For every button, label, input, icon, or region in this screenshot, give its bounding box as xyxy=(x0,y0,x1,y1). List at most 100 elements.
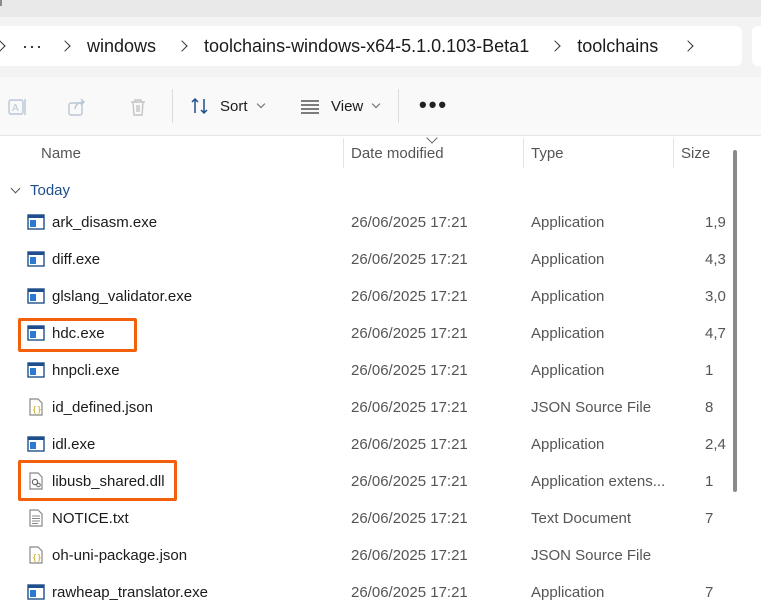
file-name: NOTICE.txt xyxy=(52,510,129,527)
file-date: 26/06/2025 17:21 xyxy=(351,288,468,305)
app-icon xyxy=(27,214,45,230)
file-size: 2,4 xyxy=(705,436,726,453)
breadcrumb: ··· windows toolchains-windows-x64-5.1.0… xyxy=(0,26,710,66)
file-type: Application xyxy=(531,362,605,379)
json-icon: {} xyxy=(29,398,43,416)
column-headers: Name Date modified Type Size xyxy=(0,132,761,170)
column-header-date-modified[interactable]: Date modified xyxy=(351,136,444,170)
file-row[interactable]: idl.exe 26/06/2025 17:21 Application 2,4 xyxy=(0,426,761,463)
column-header-type[interactable]: Type xyxy=(531,136,564,170)
breadcrumb-item-windows[interactable]: windows xyxy=(87,36,156,57)
file-date: 26/06/2025 17:21 xyxy=(351,547,468,564)
file-name: glslang_validator.exe xyxy=(52,288,193,305)
sort-label: Sort xyxy=(220,97,248,115)
json-icon: {} xyxy=(29,546,43,564)
file-date: 26/06/2025 17:21 xyxy=(351,251,468,268)
column-divider[interactable] xyxy=(343,138,344,168)
file-type: Application xyxy=(531,584,605,601)
file-row[interactable]: ark_disasm.exe 26/06/2025 17:21 Applicat… xyxy=(0,204,761,241)
highlight-box-hdc xyxy=(18,318,137,352)
file-row[interactable]: diff.exe 26/06/2025 17:21 Application 4,… xyxy=(0,241,761,278)
view-icon xyxy=(301,100,319,114)
file-type: Text Document xyxy=(531,510,632,527)
group-header-today[interactable]: Today xyxy=(10,180,71,200)
column-divider[interactable] xyxy=(523,138,524,168)
chevron-down-icon xyxy=(372,99,381,109)
file-size: 4,3 xyxy=(705,251,726,268)
file-date: 26/06/2025 17:21 xyxy=(351,362,468,379)
chevron-right-icon[interactable] xyxy=(682,40,694,52)
file-size: 7 xyxy=(705,584,714,601)
file-type: Application xyxy=(531,436,605,453)
vertical-scrollbar[interactable] xyxy=(733,150,737,492)
file-name: hnpcli.exe xyxy=(52,362,120,379)
app-icon xyxy=(27,436,45,452)
sort-icon xyxy=(191,97,208,115)
app-icon xyxy=(27,362,45,378)
chevron-right-icon[interactable] xyxy=(549,40,561,52)
breadcrumb-item-toolchains[interactable]: toolchains xyxy=(577,36,658,57)
rename-icon[interactable]: A xyxy=(8,97,28,117)
file-size: 1 xyxy=(705,362,714,379)
file-type: Application xyxy=(531,251,605,268)
delete-icon[interactable] xyxy=(128,97,148,117)
file-date: 26/06/2025 17:21 xyxy=(351,436,468,453)
file-type: Application xyxy=(531,288,605,305)
file-date: 26/06/2025 17:21 xyxy=(351,325,468,342)
file-type: JSON Source File xyxy=(531,547,652,564)
file-date: 26/06/2025 17:21 xyxy=(351,473,468,490)
svg-text:{}: {} xyxy=(32,405,42,414)
group-label: Today xyxy=(30,181,71,199)
search-box-edge[interactable] xyxy=(752,26,761,66)
title-bar-mark xyxy=(0,0,2,6)
file-name: ark_disasm.exe xyxy=(52,214,158,231)
file-name: oh-uni-package.json xyxy=(52,547,188,564)
file-name: idl.exe xyxy=(52,436,96,453)
chevron-right-icon[interactable] xyxy=(59,40,71,52)
svg-text:A: A xyxy=(12,103,19,114)
app-icon xyxy=(27,584,45,600)
app-icon xyxy=(27,251,45,267)
column-header-size[interactable]: Size xyxy=(681,136,710,170)
file-row[interactable]: hnpcli.exe 26/06/2025 17:21 Application … xyxy=(0,352,761,389)
file-list: ark_disasm.exe 26/06/2025 17:21 Applicat… xyxy=(0,204,761,611)
column-divider[interactable] xyxy=(673,138,674,168)
file-type: Application xyxy=(531,325,605,342)
file-date: 26/06/2025 17:21 xyxy=(351,510,468,527)
file-date: 26/06/2025 17:21 xyxy=(351,214,468,231)
view-button[interactable]: View xyxy=(300,93,381,119)
file-size: 1,9 xyxy=(705,214,726,231)
file-size: 1 xyxy=(705,473,714,490)
svg-text:{}: {} xyxy=(32,553,42,562)
breadcrumb-overflow[interactable]: ··· xyxy=(22,36,43,57)
view-label: View xyxy=(331,97,364,115)
file-row[interactable]: {} oh-uni-package.json 26/06/2025 17:21 … xyxy=(0,537,761,574)
file-row[interactable]: NOTICE.txt 26/06/2025 17:21 Text Documen… xyxy=(0,500,761,537)
file-date: 26/06/2025 17:21 xyxy=(351,584,468,601)
file-type: Application extens... xyxy=(531,473,666,490)
chevron-right-icon[interactable] xyxy=(176,40,188,52)
file-row[interactable]: {} id_defined.json 26/06/2025 17:21 JSON… xyxy=(0,389,761,426)
file-row[interactable]: glslang_validator.exe 26/06/2025 17:21 A… xyxy=(0,278,761,315)
address-bar[interactable]: ··· windows toolchains-windows-x64-5.1.0… xyxy=(0,26,742,66)
file-size: 8 xyxy=(705,399,714,416)
sort-button[interactable]: Sort xyxy=(190,93,265,119)
share-icon[interactable] xyxy=(67,97,87,117)
file-name: diff.exe xyxy=(52,251,101,268)
file-name: rawheap_translator.exe xyxy=(52,584,208,601)
toolbar-separator xyxy=(398,89,399,123)
toolbar-separator xyxy=(172,89,173,123)
address-bar-area: ··· windows toolchains-windows-x64-5.1.0… xyxy=(0,17,761,77)
breadcrumb-item-toolchains-version[interactable]: toolchains-windows-x64-5.1.0.103-Beta1 xyxy=(204,36,529,57)
file-row[interactable]: rawheap_translator.exe 26/06/2025 17:21 … xyxy=(0,574,761,611)
chevron-down-icon xyxy=(10,183,21,193)
file-size: 4,7 xyxy=(705,325,726,342)
file-type: Application xyxy=(531,214,605,231)
more-options-button[interactable]: ••• xyxy=(419,94,448,116)
chevron-right-icon[interactable] xyxy=(0,40,6,52)
file-date: 26/06/2025 17:21 xyxy=(351,399,468,416)
title-bar-strip xyxy=(0,0,761,17)
text-file-icon xyxy=(29,509,43,527)
column-header-name[interactable]: Name xyxy=(41,136,81,170)
file-size: 3,0 xyxy=(705,288,726,305)
